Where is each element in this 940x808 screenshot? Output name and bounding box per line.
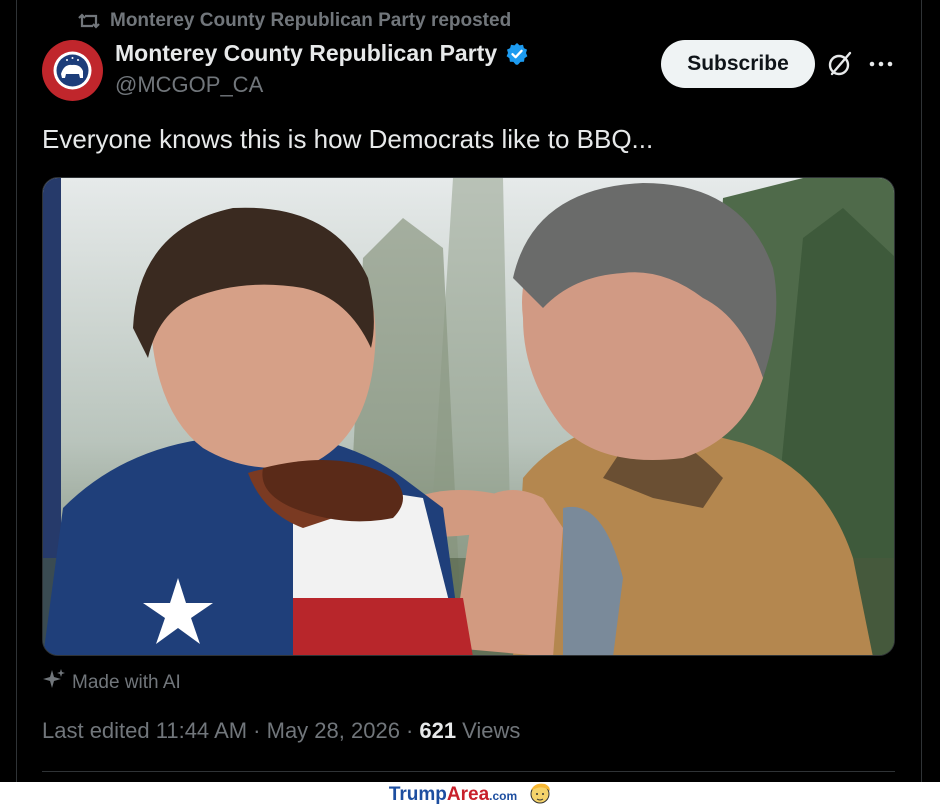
repost-icon [78, 11, 100, 31]
divider [42, 771, 895, 772]
subscribe-button[interactable]: Subscribe [661, 40, 815, 88]
more-icon[interactable] [868, 52, 894, 81]
author-name-row[interactable]: Monterey County Republican Party [115, 40, 529, 67]
repost-label: Monterey County Republican Party reposte… [110, 10, 512, 31]
verified-icon[interactable] [505, 42, 529, 66]
repost-indicator[interactable]: Monterey County Republican Party reposte… [78, 10, 511, 32]
watermark-brand-c: .com [489, 789, 518, 803]
author-handle[interactable]: @MCGOP_CA [115, 72, 263, 98]
ai-label: Made with AI [72, 672, 181, 693]
author-name[interactable]: Monterey County Republican Party [115, 40, 497, 67]
avatar[interactable] [42, 40, 103, 101]
sparkle-icon [42, 668, 66, 698]
post-text: Everyone knows this is how Democrats lik… [42, 124, 654, 154]
post-image[interactable] [42, 177, 895, 656]
ai-label-row[interactable]: Made with AI [42, 668, 181, 698]
grok-icon[interactable] [826, 50, 854, 83]
views-count: 621 [419, 718, 457, 743]
edited-timestamp[interactable]: Last edited 11:44 AM · May 28, 2026 · [42, 718, 413, 744]
watermark-brand-b: Area [446, 784, 490, 805]
watermark-footer: TrumpArea.com [0, 782, 940, 808]
mascot-icon [529, 781, 551, 808]
watermark-logo: TrumpArea.com [389, 784, 517, 806]
views-label: Views [462, 718, 521, 743]
post-meta: Last edited 11:44 AM · May 28, 2026 · 62… [42, 718, 520, 744]
watermark-brand-a: Trump [388, 784, 447, 805]
